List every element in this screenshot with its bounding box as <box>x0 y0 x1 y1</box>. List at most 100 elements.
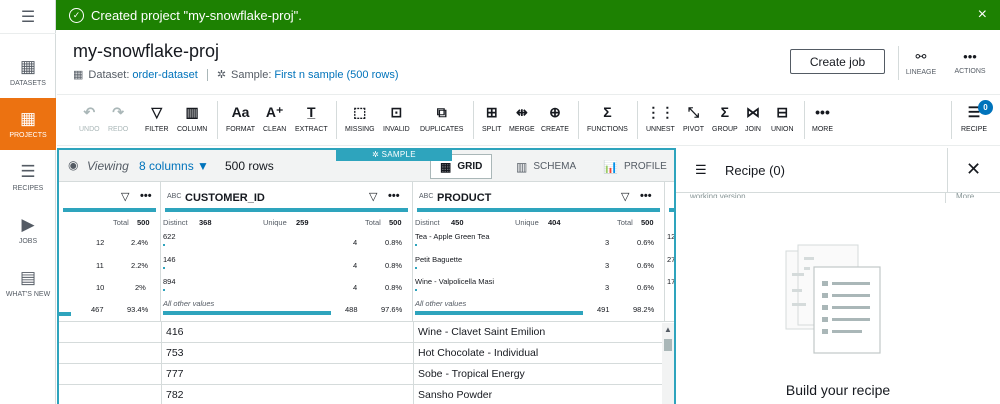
other-values-bar <box>59 312 71 316</box>
filter-icon[interactable]: ▽ <box>121 190 129 203</box>
value-bar <box>163 244 165 246</box>
extract-button[interactable]: T̲ EXTRACT <box>295 103 328 133</box>
dataset-link[interactable]: order-dataset <box>132 69 197 81</box>
group-button[interactable]: Σ GROUP <box>712 103 738 133</box>
column-header-customer-id[interactable]: ABC CUSTOMER_ID ▽ ••• <box>161 182 413 212</box>
value-count: 12 <box>96 238 105 247</box>
redo-button[interactable]: ↷ REDO <box>108 103 128 133</box>
tab-profile[interactable]: 📊 PROFILE <box>594 154 674 179</box>
nav-whats-new-label: WHAT'S NEW <box>5 291 51 298</box>
scroll-up-icon[interactable]: ▲ <box>664 325 672 334</box>
column-button[interactable]: ▥ COLUMN <box>177 103 207 133</box>
more-icon[interactable]: ••• <box>140 190 152 202</box>
union-icon: ⊟ <box>776 104 789 120</box>
transform-toolbar: ↶ UNDO ↷ REDO ▽ FILTER ▥ COLUMN Aa FORMA… <box>57 94 1000 146</box>
column-header[interactable] <box>665 182 674 212</box>
table-row[interactable]: 753 Hot Chocolate - Individual <box>59 342 674 363</box>
cell-customer-id[interactable]: 782 <box>166 389 184 401</box>
value-pct: 2.2% <box>131 261 149 270</box>
news-icon: ▤ <box>19 268 37 287</box>
scroll-thumb[interactable] <box>664 339 672 351</box>
actions-button[interactable]: ••• ACTIONS <box>948 49 992 75</box>
pivot-button[interactable]: ⤡ PIVOT <box>683 103 704 133</box>
value-count: 4 <box>353 261 358 270</box>
caret-down-icon: ▼ <box>197 159 209 173</box>
functions-label: FUNCTIONS <box>587 126 628 133</box>
nav-projects[interactable]: ▦ PROJECTS <box>0 98 56 150</box>
create-job-button[interactable]: Create job <box>790 49 885 74</box>
other-values-bar <box>163 311 331 315</box>
other-count: 467 <box>91 305 104 314</box>
table-row[interactable]: 416 Wine - Clavet Saint Emilion <box>59 321 674 342</box>
column-name: PRODUCT <box>437 192 492 204</box>
sample-link[interactable]: First n sample (500 rows) <box>274 69 398 81</box>
value-bar <box>415 267 417 269</box>
distinct-label: Distinct <box>415 218 440 227</box>
lineage-button[interactable]: ⚯ LINEAGE <box>899 49 943 76</box>
invalid-button[interactable]: ⊡ INVALID <box>383 103 410 133</box>
nav-datasets[interactable]: ▦ DATASETS <box>0 46 56 98</box>
lineage-label: LINEAGE <box>905 69 937 76</box>
unnest-button[interactable]: ⋮⋮ UNNEST <box>646 103 675 133</box>
duplicates-button[interactable]: ⧉ DUPLICATES <box>420 103 463 133</box>
missing-button[interactable]: ⬚ MISSING <box>345 103 375 133</box>
menu-icon[interactable]: ☰ <box>0 0 56 34</box>
value-bar <box>415 244 417 246</box>
success-banner: ✓ Created project "my-snowflake-proj". × <box>56 0 1000 30</box>
close-icon[interactable]: ✕ <box>966 159 981 180</box>
column-header[interactable]: ▽ ••• <box>59 182 161 212</box>
value-count: 4 <box>353 283 358 292</box>
close-icon[interactable]: × <box>978 6 987 24</box>
filter-icon[interactable]: ▽ <box>621 190 629 203</box>
recipe-button[interactable]: ☰ RECIPE 0 <box>961 100 993 133</box>
value-pct: 0.8% <box>385 261 403 270</box>
nav-whats-new[interactable]: ▤ WHAT'S NEW <box>0 257 56 309</box>
undo-button[interactable]: ↶ UNDO <box>79 103 100 133</box>
project-title: my-snowflake-proj <box>73 41 220 61</box>
cell-customer-id[interactable]: 753 <box>166 347 184 359</box>
more-label: MORE <box>812 126 833 133</box>
unnest-label: UNNEST <box>646 126 675 133</box>
missing-icon: ⬚ <box>353 104 367 120</box>
cell-product[interactable]: Wine - Clavet Saint Emilion <box>418 326 545 338</box>
total-label: Total <box>113 218 129 227</box>
more-button[interactable]: ••• MORE <box>812 103 833 133</box>
filter-label: FILTER <box>145 126 169 133</box>
filter-icon[interactable]: ▽ <box>369 190 377 203</box>
nav-jobs[interactable]: ▶ JOBS <box>0 204 56 256</box>
split-button[interactable]: ⊞ SPLIT <box>482 103 501 133</box>
create-button[interactable]: ⊕ CREATE <box>541 103 569 133</box>
other-values-label: All other values <box>415 299 467 308</box>
cell-customer-id[interactable]: 777 <box>166 368 184 380</box>
value-pct: 0.6% <box>637 283 655 292</box>
tab-schema[interactable]: ▥ SCHEMA <box>507 154 585 179</box>
pivot-icon: ⤡ <box>687 104 700 120</box>
cell-product[interactable]: Sobe - Tropical Energy <box>418 368 525 380</box>
table-row[interactable]: 782 Sansho Powder <box>59 384 674 404</box>
column-header-product[interactable]: ABC PRODUCT ▽ ••• <box>413 182 665 212</box>
toolbar-divider <box>951 101 952 139</box>
cell-product[interactable]: Hot Chocolate - Individual <box>418 347 538 359</box>
table-row[interactable]: 777 Sobe - Tropical Energy <box>59 363 674 384</box>
cell-customer-id[interactable]: 416 <box>166 326 184 338</box>
grid-scrollbar[interactable]: ▲ <box>662 323 674 404</box>
functions-button[interactable]: Σ FUNCTIONS <box>587 103 628 133</box>
clean-button[interactable]: A⁺ CLEAN <box>263 103 286 133</box>
merge-button[interactable]: ⇹ MERGE <box>509 103 535 133</box>
union-button[interactable]: ⊟ UNION <box>771 103 794 133</box>
value-bar <box>163 289 165 291</box>
sample-tag-icon: ✲ <box>372 150 382 159</box>
more-icon[interactable]: ••• <box>640 190 652 202</box>
more-icon: ••• <box>963 49 977 64</box>
value-count: 3 <box>605 261 610 270</box>
sample-icon: ✲ <box>216 69 227 81</box>
format-button[interactable]: Aa FORMAT <box>226 103 255 133</box>
nav-recipes[interactable]: ☰ RECIPES <box>0 151 56 203</box>
top-value: 622 <box>163 232 176 241</box>
columns-dropdown[interactable]: 8 columns ▼ <box>139 159 209 173</box>
join-button[interactable]: ⋈ JOIN <box>745 103 761 133</box>
cell-product[interactable]: Sansho Powder <box>418 389 492 401</box>
filter-button[interactable]: ▽ FILTER <box>145 103 169 133</box>
ghost-more: More <box>956 192 975 198</box>
more-icon[interactable]: ••• <box>388 190 400 202</box>
